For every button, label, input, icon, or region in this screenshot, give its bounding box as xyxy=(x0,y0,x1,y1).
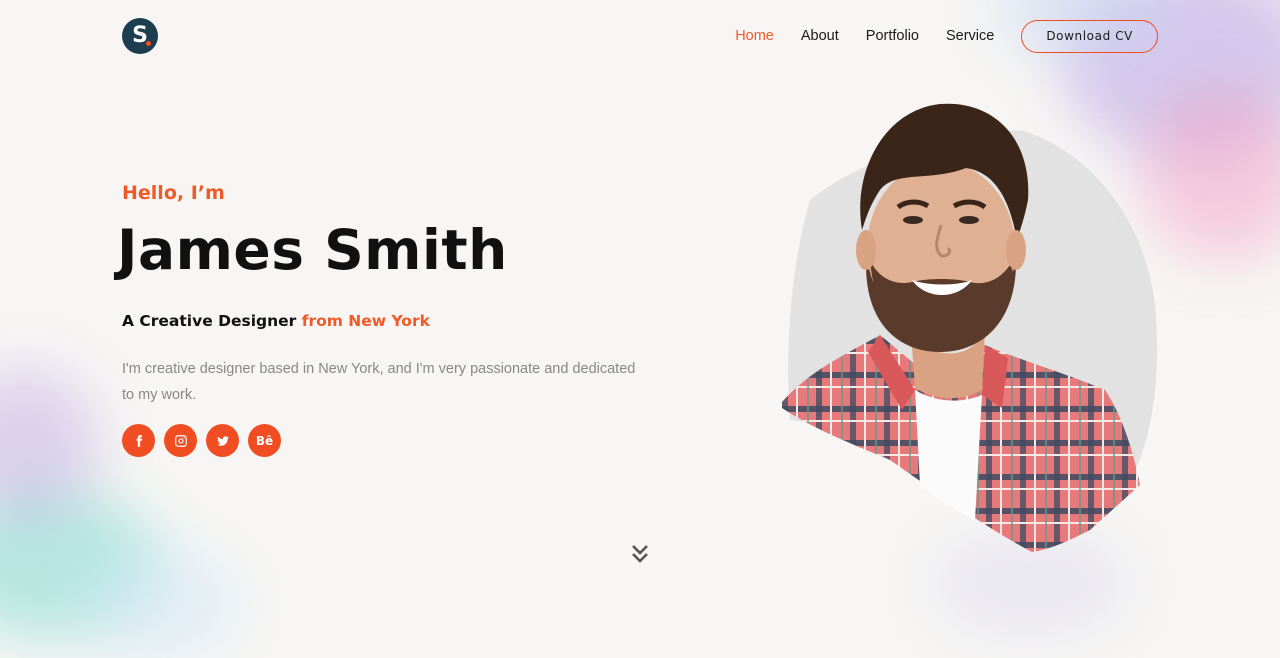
social-links: Bē xyxy=(122,424,281,457)
hero-name: James Smith xyxy=(117,218,508,282)
nav-home[interactable]: Home xyxy=(735,28,774,44)
portrait-image xyxy=(782,103,1158,552)
scroll-down-icon[interactable] xyxy=(631,544,649,564)
logo-dot xyxy=(146,41,151,46)
download-cv-button[interactable]: Download CV xyxy=(1021,19,1158,53)
watercolor-wash xyxy=(0,488,160,638)
behance-icon[interactable]: Bē xyxy=(248,424,281,457)
hero-description: I'm creative designer based in New York,… xyxy=(122,361,636,403)
twitter-icon[interactable] xyxy=(206,424,239,457)
instagram-icon[interactable] xyxy=(164,424,197,457)
nav-service[interactable]: Service xyxy=(946,28,994,44)
tagline-location: from New York xyxy=(301,312,430,330)
nav-about[interactable]: About xyxy=(801,28,839,44)
tagline-prefix: A Creative Designer xyxy=(122,312,302,330)
site-logo[interactable]: S xyxy=(122,18,158,54)
watercolor-wash xyxy=(80,548,240,658)
main-nav: Home About Portfolio Service Download CV xyxy=(735,18,1158,54)
watercolor-wash xyxy=(0,368,100,518)
watercolor-wash xyxy=(1140,90,1280,260)
facebook-icon[interactable] xyxy=(122,424,155,457)
nav-portfolio[interactable]: Portfolio xyxy=(866,28,919,44)
hero-greeting: Hello, I’m xyxy=(122,182,225,204)
hero-tagline: A Creative Designer from New York xyxy=(122,312,430,330)
